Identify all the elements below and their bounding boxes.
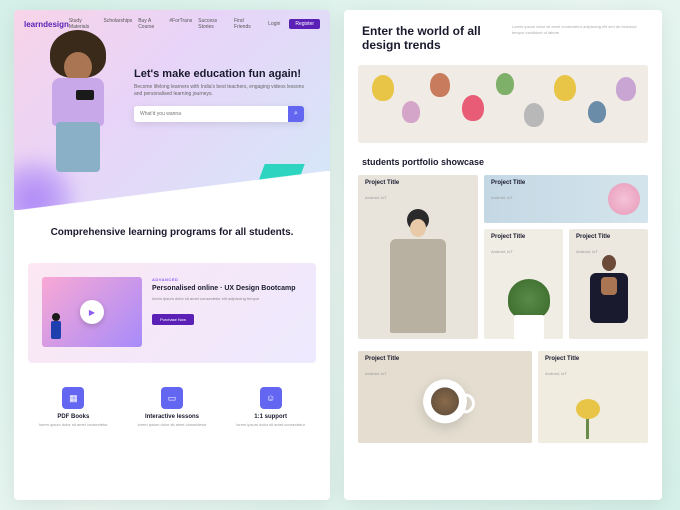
landing-panel-right: Enter the world of all design trends Lor… xyxy=(344,10,662,500)
programs-heading-section: Comprehensive learning programs for all … xyxy=(14,210,330,255)
hero-person-image xyxy=(20,30,130,210)
feature-support: ☺ 1:1 support lorem ipsum dolor sit amet… xyxy=(231,387,311,427)
project-title: Project Title xyxy=(576,234,641,240)
lightbulbs-banner xyxy=(358,65,648,143)
project-title: Project Title xyxy=(365,180,471,186)
portfolio-card[interactable]: Project Title Android, IoT xyxy=(569,229,648,339)
project-tags: Android, IoT xyxy=(365,195,387,200)
project-title: Project Title xyxy=(365,356,525,362)
feature-title: 1:1 support xyxy=(231,414,311,420)
trends-title: Enter the world of all design trends xyxy=(362,24,492,53)
course-title: Personalised online · UX Design Bootcamp xyxy=(152,285,302,293)
yellow-flower-image xyxy=(568,399,608,439)
hero-subtitle: Become lifelong learners with India's be… xyxy=(134,84,304,98)
trends-desc: Lorem ipsum dolor sit amet consectetur a… xyxy=(512,24,644,53)
portfolio-card[interactable]: Project Title Android, IoT xyxy=(358,175,478,339)
support-icon: ☺ xyxy=(260,387,282,409)
portfolio-card[interactable]: Project Title Android, IoT xyxy=(538,351,648,443)
feature-desc: lorem ipsum dolor sit amet consectetur xyxy=(231,422,311,427)
trends-header: Enter the world of all design trends Lor… xyxy=(344,10,662,61)
play-button[interactable]: ▶ xyxy=(80,300,104,324)
landing-panel-left: learndesign Study Materials Scholarships… xyxy=(14,10,330,500)
nav-link[interactable]: Buy A Course xyxy=(138,18,163,30)
feature-desc: lorem ipsum dolor sit amet consectetur xyxy=(132,422,212,427)
login-button[interactable]: Login xyxy=(263,19,285,29)
course-thumbnail: ▶ xyxy=(42,277,142,347)
nav-link[interactable]: Scholarships xyxy=(104,18,133,30)
logo[interactable]: learndesign xyxy=(24,20,69,29)
features-row: ▦ PDF Books lorem ipsum dolor sit amet c… xyxy=(14,371,330,443)
course-desc: lorem ipsum dolor sit amet consectetur e… xyxy=(152,296,302,301)
top-nav: learndesign Study Materials Scholarships… xyxy=(14,10,330,38)
search-button[interactable]: ⌕ xyxy=(288,106,304,122)
flower-image xyxy=(608,183,640,215)
plant-image xyxy=(502,269,556,339)
nav-link[interactable]: Find Friends xyxy=(234,18,257,30)
video-icon: ▭ xyxy=(161,387,183,409)
project-tags: Android, IoT xyxy=(545,371,567,376)
course-card[interactable]: ▶ ADVANCED Personalised online · UX Desi… xyxy=(28,263,316,363)
feature-pdf: ▦ PDF Books lorem ipsum dolor sit amet c… xyxy=(33,387,113,427)
purchase-button[interactable]: Purchase Now xyxy=(152,314,194,325)
search-bar: ⌕ xyxy=(134,106,304,122)
hero-section: learndesign Study Materials Scholarships… xyxy=(14,10,330,210)
nav-links: Study Materials Scholarships Buy A Cours… xyxy=(69,18,257,30)
portfolio-section-label: students portfolio showcase xyxy=(344,157,662,175)
feature-title: PDF Books xyxy=(33,414,113,420)
course-level-tag: ADVANCED xyxy=(152,277,302,282)
project-title: Project Title xyxy=(545,356,641,362)
portfolio-card[interactable]: Project Title Android, IoT xyxy=(358,351,532,443)
programs-title: Comprehensive learning programs for all … xyxy=(30,226,314,239)
nav-link[interactable]: #ForTrans xyxy=(169,18,192,30)
hero-title: Let's make education fun again! xyxy=(134,68,304,80)
project-tags: Android, IoT xyxy=(576,249,598,254)
feature-interactive: ▭ Interactive lessons lorem ipsum dolor … xyxy=(132,387,212,427)
portrait-image xyxy=(378,209,458,339)
nav-link[interactable]: Study Materials xyxy=(69,18,98,30)
portfolio-card[interactable]: Project TitleAndroid, IoT xyxy=(484,175,648,223)
search-input[interactable] xyxy=(134,106,288,122)
project-tags: Android, IoT xyxy=(365,371,387,376)
yoga-image xyxy=(579,255,639,339)
coffee-cup-image xyxy=(423,379,467,423)
project-tags: Android, IoT xyxy=(491,195,513,200)
book-icon: ▦ xyxy=(62,387,84,409)
portfolio-card[interactable]: Project Title Android, IoT xyxy=(484,229,563,339)
search-icon: ⌕ xyxy=(294,110,298,118)
nav-link[interactable]: Success Stories xyxy=(198,18,228,30)
project-title: Project Title xyxy=(491,234,556,240)
project-tags: Android, IoT xyxy=(491,249,513,254)
register-button[interactable]: Register xyxy=(289,19,320,29)
feature-title: Interactive lessons xyxy=(132,414,212,420)
feature-desc: lorem ipsum dolor sit amet consectetur xyxy=(33,422,113,427)
